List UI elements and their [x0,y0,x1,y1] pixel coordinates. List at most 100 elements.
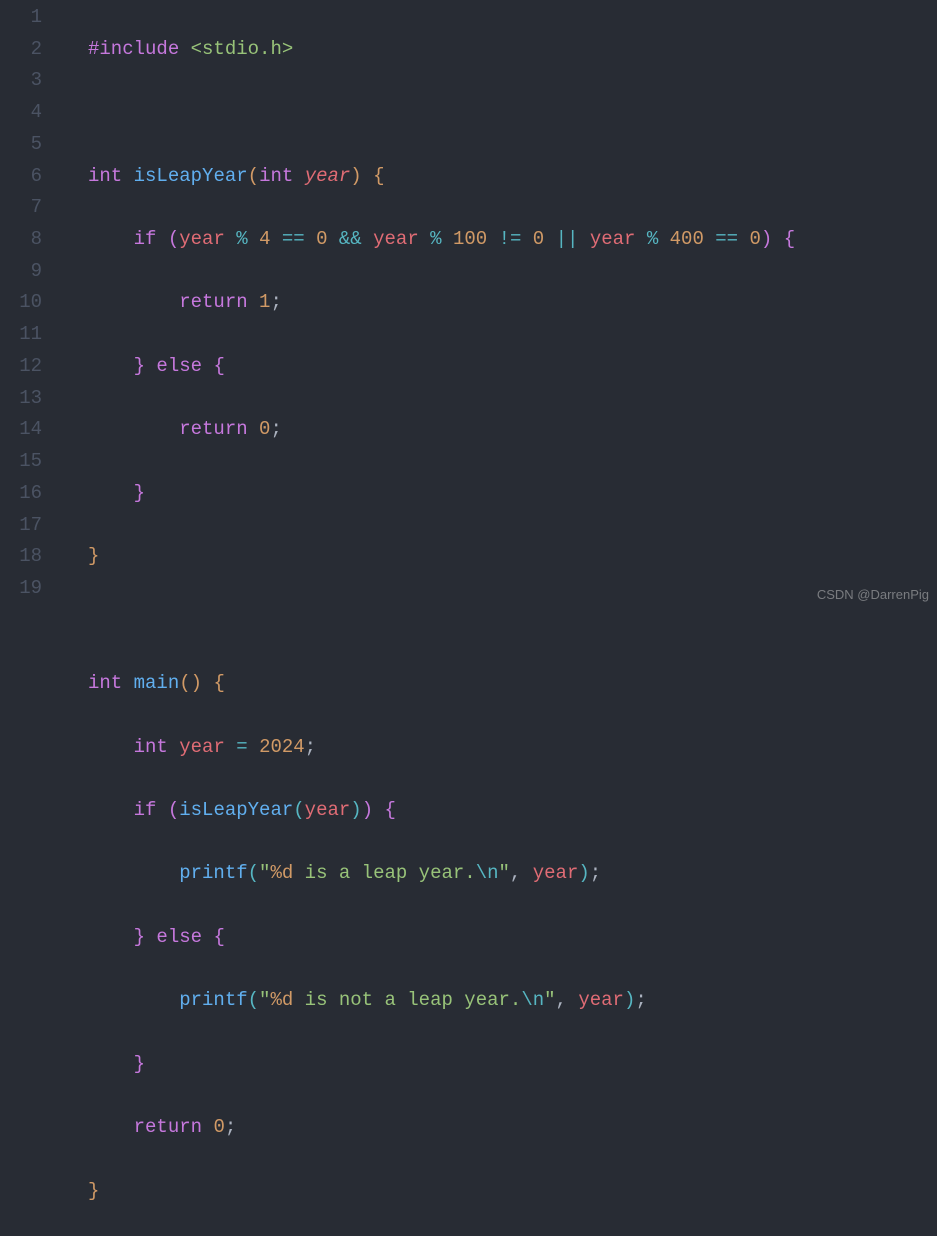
string-open: " [259,862,270,884]
function-name: main [134,672,180,694]
paren-open: ( [168,799,179,821]
comma: , [510,862,521,884]
line-number: 2 [0,34,42,66]
line-number: 8 [0,224,42,256]
operator: && [339,228,362,250]
semicolon: ; [305,736,316,758]
string-close: " [499,862,510,884]
line-number: 17 [0,510,42,542]
number: 4 [259,228,270,250]
number: 1 [259,291,270,313]
format-specifier: %d [270,862,293,884]
type-keyword: int [88,165,122,187]
line-number: 12 [0,351,42,383]
paren-open: ( [248,862,259,884]
string-literal: is a leap year. [293,862,475,884]
number: 0 [213,1116,224,1138]
type-keyword: int [88,672,122,694]
return-keyword: return [134,1116,202,1138]
line-number: 10 [0,287,42,319]
number: 0 [750,228,761,250]
semicolon: ; [270,291,281,313]
code-line: #include <stdio.h> [88,34,937,66]
code-line: int isLeapYear(int year) { [88,161,937,193]
paren-close: ) [578,862,589,884]
semicolon: ; [635,989,646,1011]
variable: year [533,862,579,884]
parameter: year [305,165,351,187]
brace-close: } [88,545,99,567]
code-line: printf("%d is not a leap year.\n", year)… [88,985,937,1017]
semicolon: ; [590,862,601,884]
line-number: 13 [0,383,42,415]
code-line: printf("%d is a leap year.\n", year); [88,858,937,890]
escape-sequence: \n [476,862,499,884]
brace-open: { [385,799,396,821]
brace-close: } [134,355,145,377]
operator: != [499,228,522,250]
string-close: " [544,989,555,1011]
line-number: 11 [0,319,42,351]
variable: year [179,228,225,250]
variable: year [578,989,624,1011]
paren-close: ) [350,799,361,821]
paren-close: ) [624,989,635,1011]
watermark: CSDN @DarrenPig [817,584,929,606]
line-number: 1 [0,2,42,34]
paren-close: ) [761,228,772,250]
brace-open: { [373,165,384,187]
operator: = [236,736,247,758]
code-line [88,97,937,129]
brace-open: { [213,355,224,377]
code-line: } [88,1049,937,1081]
code-line: } [88,1176,937,1208]
operator: == [282,228,305,250]
return-keyword: return [179,418,247,440]
paren-open: ( [248,165,259,187]
brace-open: { [213,672,224,694]
include-header: <stdio.h> [191,38,294,60]
code-content[interactable]: #include <stdio.h> int isLeapYear(int ye… [60,0,937,618]
code-line: int year = 2024; [88,732,937,764]
brace-open: { [213,926,224,948]
type-keyword: int [259,165,293,187]
variable: year [373,228,419,250]
type-keyword: int [134,736,168,758]
brace-close: } [134,482,145,504]
code-line: if (year % 4 == 0 && year % 100 != 0 || … [88,224,937,256]
line-number: 6 [0,161,42,193]
operator: || [556,228,579,250]
operator: % [430,228,441,250]
line-number: 7 [0,192,42,224]
code-line: int main() { [88,668,937,700]
code-line: return 0; [88,1112,937,1144]
number: 0 [259,418,270,440]
preprocessor-keyword: #include [88,38,179,60]
escape-sequence: \n [521,989,544,1011]
line-number: 9 [0,256,42,288]
function-call: isLeapYear [179,799,293,821]
line-number: 4 [0,97,42,129]
semicolon: ; [270,418,281,440]
paren-open: ( [293,799,304,821]
paren-open: ( [248,989,259,1011]
variable: year [590,228,636,250]
variable: year [305,799,351,821]
paren-open: ( [179,672,190,694]
if-keyword: if [134,228,157,250]
function-call: printf [179,989,247,1011]
semicolon: ; [225,1116,236,1138]
code-line: } [88,478,937,510]
line-number: 3 [0,65,42,97]
paren-close: ) [362,799,373,821]
code-line [88,605,937,637]
line-number: 15 [0,446,42,478]
code-line: if (isLeapYear(year)) { [88,795,937,827]
code-line: } else { [88,351,937,383]
string-literal: is not a leap year. [293,989,521,1011]
line-number: 18 [0,541,42,573]
line-number: 16 [0,478,42,510]
paren-close: ) [350,165,361,187]
format-specifier: %d [270,989,293,1011]
operator: == [715,228,738,250]
